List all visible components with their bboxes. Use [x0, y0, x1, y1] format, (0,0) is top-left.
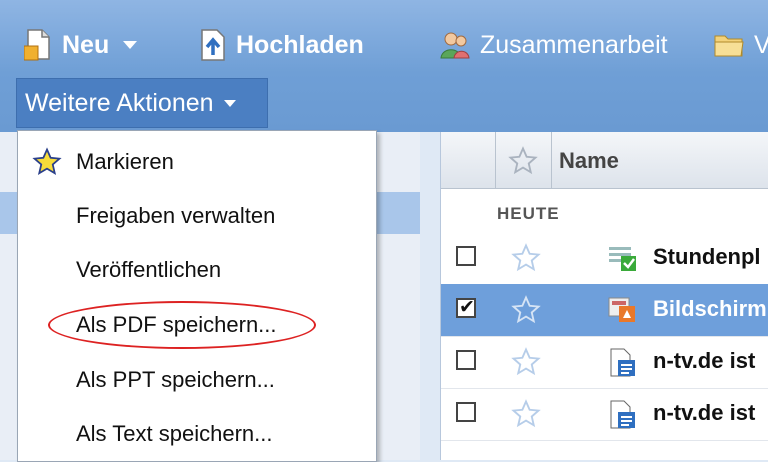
star-icon[interactable]	[511, 243, 541, 273]
upload-button-label: Hochladen	[236, 30, 364, 59]
more-actions-button[interactable]: Weitere Aktionen	[16, 78, 268, 128]
people-icon	[440, 32, 470, 59]
row-title[interactable]: Bildschirm	[653, 296, 767, 322]
menu-item-label: Freigaben verwalten	[76, 203, 276, 228]
star-icon[interactable]	[511, 399, 541, 429]
folder-button-label: V	[754, 30, 768, 59]
file-list-header: Name	[441, 132, 768, 189]
star-icon[interactable]	[511, 295, 541, 325]
column-name[interactable]: Name	[559, 148, 619, 174]
row-checkbox[interactable]	[456, 296, 476, 319]
menu-item-label: Veröffentlichen	[76, 257, 222, 282]
chevron-down-icon	[123, 41, 138, 49]
table-row[interactable]: Stundenpl	[441, 232, 768, 285]
table-row[interactable]: Bildschirm	[441, 284, 768, 337]
menu-item-publish[interactable]: Veröffentlichen	[18, 243, 376, 297]
collaboration-button-label: Zusammenarbeit	[480, 30, 668, 59]
row-checkbox[interactable]	[456, 246, 476, 266]
star-icon[interactable]	[511, 347, 541, 377]
table-row[interactable]: n-tv.de ist	[441, 336, 768, 389]
menu-item-label: Als PPT speichern...	[76, 367, 275, 392]
new-button[interactable]: Neu	[24, 18, 138, 72]
row-checkbox[interactable]	[456, 402, 476, 422]
row-title[interactable]: n-tv.de ist	[653, 348, 755, 374]
menu-item-save-as-text[interactable]: Als Text speichern...	[18, 407, 376, 461]
chevron-down-icon	[223, 99, 236, 107]
row-title[interactable]: n-tv.de ist	[653, 400, 755, 426]
new-document-icon	[24, 29, 50, 61]
folder-button[interactable]: V	[714, 18, 768, 72]
presentation-icon	[608, 297, 635, 322]
menu-item-label: Markieren	[76, 149, 174, 174]
document-icon	[610, 400, 635, 429]
menu-item-manage-sharing[interactable]: Freigaben verwalten	[18, 189, 376, 243]
row-title[interactable]: Stundenpl	[653, 244, 761, 270]
collaboration-button[interactable]: Zusammenarbeit	[440, 18, 668, 72]
new-button-label: Neu	[62, 30, 110, 59]
table-row[interactable]: n-tv.de ist	[441, 388, 768, 441]
upload-button[interactable]: Hochladen	[200, 18, 364, 72]
folder-icon	[714, 35, 744, 57]
group-today-label: HEUTE	[497, 204, 560, 223]
more-actions-label: Weitere Aktionen	[25, 88, 214, 117]
menu-item-label: Als Text speichern...	[76, 421, 273, 446]
menu-item-mark[interactable]: Markieren	[18, 135, 376, 189]
document-icon	[610, 348, 635, 377]
star-column-icon[interactable]	[508, 146, 538, 176]
more-actions-menu: Markieren Freigaben verwalten Veröffentl…	[17, 130, 377, 462]
spreadsheet-icon	[609, 247, 636, 271]
row-checkbox[interactable]	[456, 350, 476, 370]
highlight-circle	[48, 301, 316, 349]
star-icon	[32, 147, 62, 176]
toolbar: Neu Hochladen Zusammenarbeit V Weitere A…	[0, 0, 768, 132]
upload-icon	[201, 29, 225, 61]
file-list: Name HEUTE Stundenpl Bildschirm n-tv.de …	[440, 132, 768, 460]
menu-item-save-as-ppt[interactable]: Als PPT speichern...	[18, 353, 376, 407]
